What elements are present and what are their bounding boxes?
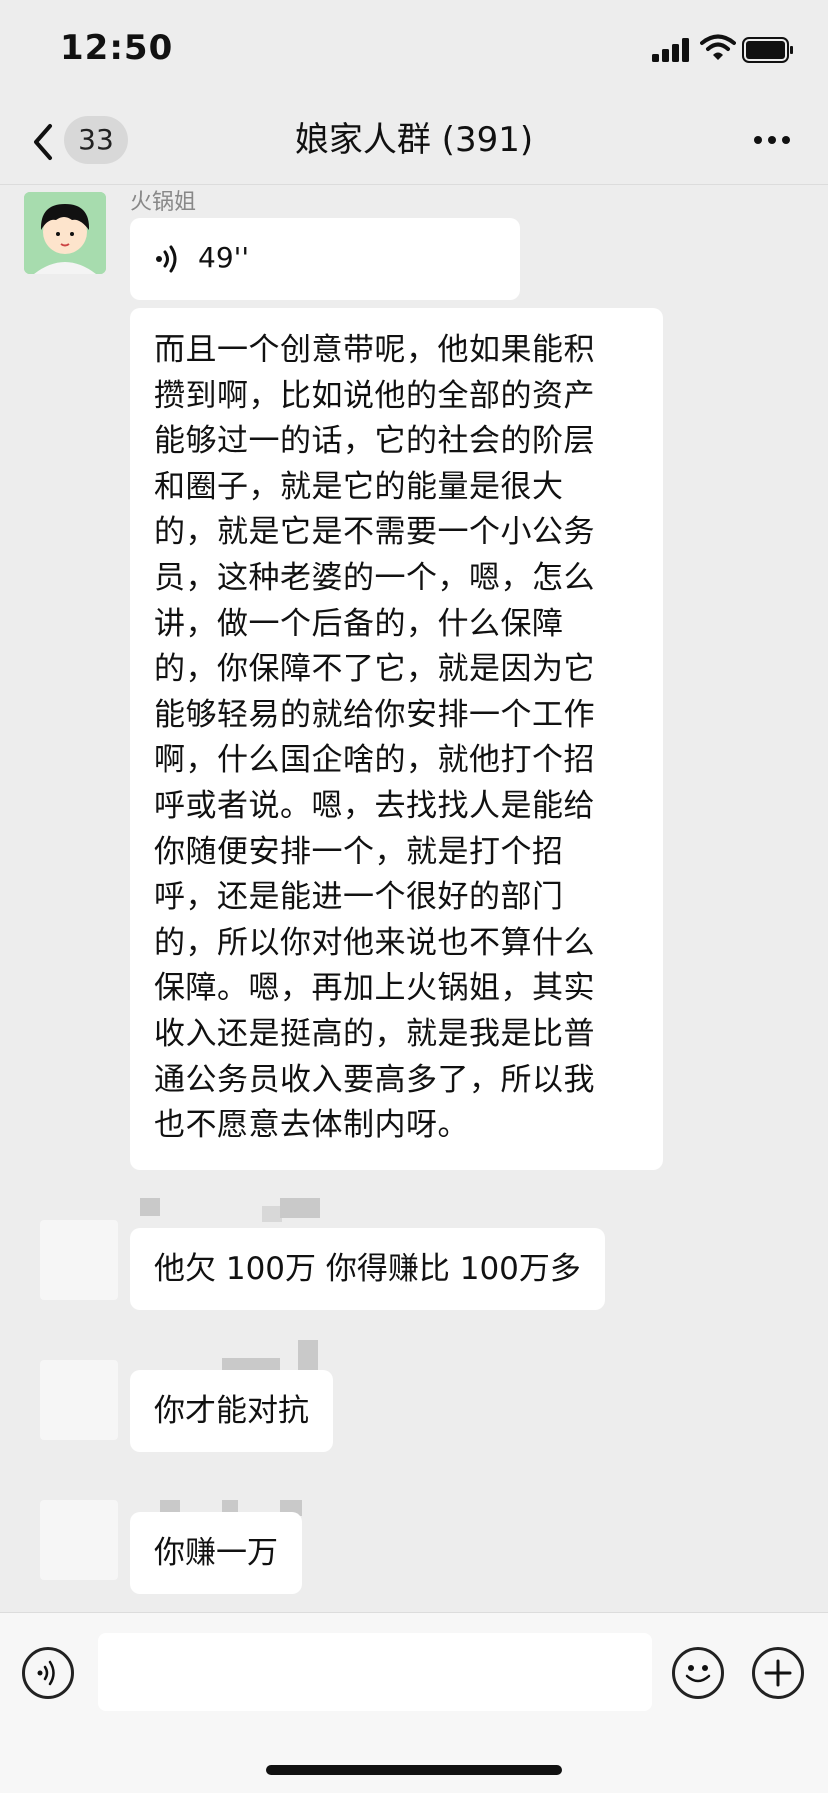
wifi-icon [700, 34, 736, 60]
add-button[interactable] [752, 1647, 804, 1699]
home-indicator[interactable] [266, 1765, 562, 1775]
battery-icon [742, 37, 793, 63]
text-message[interactable]: 而且一个创意带呢，他如果能积 攒到啊，比如说他的全部的资产 能够过一的话，它的社… [130, 308, 663, 1170]
cellular-signal-icon [652, 38, 689, 62]
chevron-left-icon[interactable] [28, 120, 56, 164]
message-line: 保障。嗯，再加上火锅姐，其实 [154, 970, 595, 1007]
voice-message[interactable]: 49'' [130, 218, 520, 300]
message-line: 攒到啊，比如说他的全部的资产 [154, 377, 595, 414]
voice-duration: 49'' [198, 241, 250, 274]
message-line: 员，这种老婆的一个，嗯，怎么 [154, 559, 595, 596]
avatar-image [24, 192, 106, 274]
text-message[interactable]: 你才能对抗 [130, 1370, 333, 1452]
chat-title: 娘家人群 (391) [294, 120, 534, 160]
message-line: 呼，还是能进一个很好的部门 [154, 879, 564, 916]
text-message[interactable]: 他欠 100万 你得赚比 100万多 [130, 1228, 605, 1310]
message-line: 和圈子，就是它的能量是很大 [154, 468, 564, 505]
blurred-avatar[interactable] [40, 1220, 118, 1300]
message-line: 的，就是它是不需要一个小公务 [154, 514, 595, 551]
message-line: 的，所以你对他来说也不算什么 [154, 924, 595, 961]
sender-avatar[interactable] [24, 192, 106, 274]
message-line: 能够过一的话，它的社会的阶层 [154, 423, 595, 460]
pixelated-sender-name [262, 1206, 282, 1222]
message-input[interactable] [98, 1633, 652, 1711]
pixelated-sender-name [280, 1198, 320, 1218]
message-line: 而且一个创意带呢，他如果能积 [154, 332, 595, 368]
message-line: 你随便安排一个，就是打个招 [154, 833, 564, 870]
voice-input-button[interactable] [22, 1647, 74, 1699]
voice-icon [37, 1660, 55, 1686]
sender-name: 火锅姐 [130, 190, 197, 215]
message-line: 通公务员收入要高多了，所以我 [154, 1061, 595, 1098]
status-bar: 12:50 [0, 0, 828, 100]
message-line: 能够轻易的就给你安排一个工作 [154, 696, 595, 733]
input-bar [0, 1612, 828, 1793]
message-line: 呼或者说。嗯，去找找人是能给 [154, 787, 595, 824]
message-line: 也不愿意去体制内呀。 [154, 1107, 469, 1144]
emoji-button[interactable] [672, 1647, 724, 1699]
more-icon[interactable] [752, 132, 792, 148]
emoji-icon [685, 1665, 711, 1683]
voice-icon [156, 245, 177, 273]
blurred-avatar[interactable] [40, 1360, 118, 1440]
message-line: 的，你保障不了它，就是因为它 [154, 651, 595, 688]
message-line: 讲，做一个后备的，什么保障 [154, 605, 564, 642]
status-time: 12:50 [60, 28, 174, 68]
message-line: 啊，什么国企啥的，就他打个招 [154, 742, 595, 779]
add-icon [764, 1659, 792, 1687]
message-line: 收入还是挺高的，就是我是比普 [154, 1015, 595, 1052]
pixelated-sender-name [140, 1198, 160, 1216]
text-message[interactable]: 你赚一万 [130, 1512, 302, 1594]
blurred-avatar[interactable] [40, 1500, 118, 1580]
chat-header: 33 娘家人群 (391) [0, 100, 828, 185]
unread-count-badge[interactable]: 33 [64, 116, 128, 164]
